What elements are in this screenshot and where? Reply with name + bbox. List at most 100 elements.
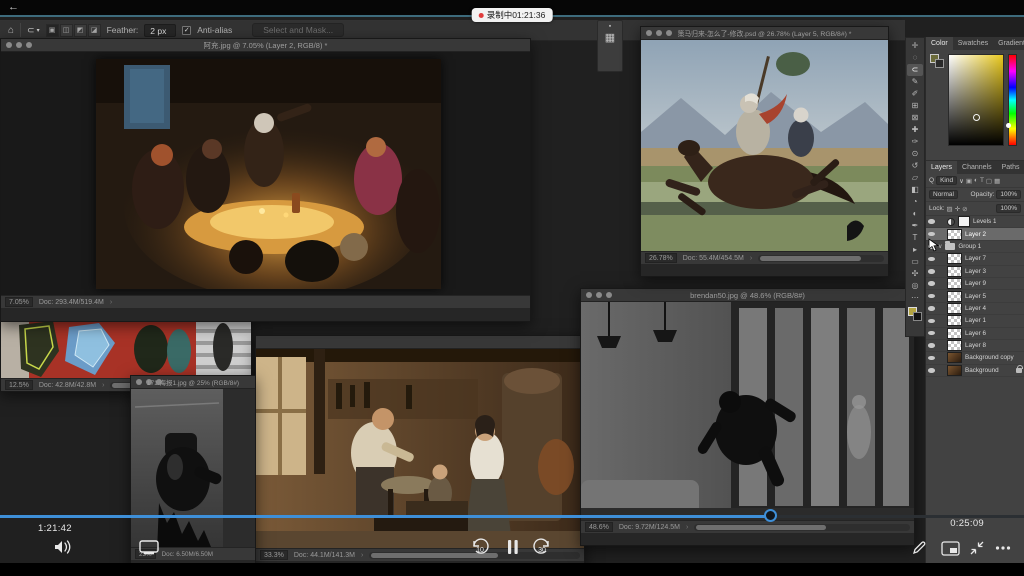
type-tool[interactable]: T: [907, 232, 923, 244]
layer-thumbnail[interactable]: [947, 352, 962, 363]
lock-all-icon[interactable]: ⊘: [962, 205, 967, 213]
visibility-eye-icon[interactable]: [928, 269, 935, 274]
seek-bar[interactable]: [0, 515, 1024, 518]
move-tool[interactable]: ✛: [907, 40, 923, 52]
tab-paths[interactable]: Paths: [997, 161, 1024, 174]
crop-tool[interactable]: ⊞: [907, 100, 923, 112]
scrollbar[interactable]: [694, 524, 910, 531]
clone-stamp-tool[interactable]: ⊙: [907, 148, 923, 160]
collapsed-grid-icon[interactable]: ▦: [605, 34, 615, 42]
zoom-level[interactable]: 26.78%: [645, 253, 677, 263]
layer-thumbnail[interactable]: [947, 315, 962, 326]
collapsed-panel-dock[interactable]: ▪ ▦: [597, 20, 623, 72]
home-icon[interactable]: ⌂: [8, 25, 14, 36]
filter-adjustment-icon[interactable]: ◐: [974, 177, 978, 184]
color-panel-swatches[interactable]: [930, 54, 944, 68]
intersect-selection-button[interactable]: ◪: [88, 24, 101, 37]
window-controls[interactable]: [136, 379, 162, 385]
window-controls[interactable]: [646, 30, 672, 36]
document-window-bw-sketch[interactable]: brendan50.jpg @ 48.6% (RGB/8#): [580, 288, 915, 546]
visibility-eye-icon[interactable]: [928, 343, 935, 348]
layer-thumbnail[interactable]: [947, 303, 962, 314]
filter-pixel-icon[interactable]: ▣: [966, 177, 972, 185]
blend-mode-dropdown[interactable]: Normal: [929, 190, 958, 199]
layer-row[interactable]: Layer 6: [926, 328, 1024, 340]
rewind-10-button[interactable]: 10: [468, 536, 492, 558]
layer-thumbnail[interactable]: [947, 340, 962, 351]
pen-tool[interactable]: ✒: [907, 220, 923, 232]
layer-row[interactable]: Layer 5: [926, 290, 1024, 302]
document-window-horse[interactable]: 策马归来-怎么了-修改.psd @ 26.78% (Layer 5, RGB/8…: [640, 26, 889, 277]
saturation-brightness-field[interactable]: [948, 54, 1004, 146]
more-button[interactable]: [992, 538, 1014, 558]
zoom-level[interactable]: 48.6%: [585, 522, 613, 532]
status-arrow-icon[interactable]: ›: [361, 552, 363, 559]
new-selection-button[interactable]: ▣: [46, 24, 59, 37]
layer-thumbnail[interactable]: [947, 229, 962, 240]
document-window-tavern[interactable]: 阿充.jpg @ 7.05% (Layer 2, RGB/8) *: [0, 38, 531, 322]
feather-input[interactable]: 2 px: [144, 24, 176, 37]
layer-row-background[interactable]: Background: [926, 365, 1024, 377]
more-tools-icon[interactable]: ⋯: [907, 292, 923, 304]
layer-row[interactable]: Layer 9: [926, 278, 1024, 290]
layer-row[interactable]: Layer 4: [926, 303, 1024, 315]
tab-gradients[interactable]: Gradients: [993, 37, 1024, 50]
zoom-level[interactable]: 33.3%: [260, 550, 288, 560]
quick-selection-tool[interactable]: ✎: [907, 76, 923, 88]
color-swatches[interactable]: [908, 307, 922, 321]
layer-row-levels[interactable]: Levels 1: [926, 216, 1024, 228]
layer-row[interactable]: Layer 8: [926, 340, 1024, 352]
layer-row-group1[interactable]: ∨ Group 1: [926, 241, 1024, 253]
seek-handle[interactable]: [764, 509, 777, 522]
layer-thumbnail[interactable]: [947, 278, 962, 289]
layer-row[interactable]: Layer 1: [926, 315, 1024, 327]
dodge-tool[interactable]: ◐: [907, 208, 923, 220]
layer-row[interactable]: Layer 7: [926, 253, 1024, 265]
horse-titlebar[interactable]: 策马归来-怎么了-修改.psd @ 26.78% (Layer 5, RGB/8…: [641, 27, 888, 40]
eyedropper-tool[interactable]: ✐: [907, 88, 923, 100]
layer-thumbnail[interactable]: [947, 266, 962, 277]
status-arrow-icon[interactable]: ›: [750, 255, 752, 262]
lasso-tool[interactable]: ⊂: [907, 64, 923, 76]
layer-thumbnail[interactable]: [947, 291, 962, 302]
subtract-selection-button[interactable]: ◩: [74, 24, 87, 37]
status-arrow-icon[interactable]: ›: [102, 382, 104, 389]
filter-shape-icon[interactable]: ▢: [986, 177, 992, 185]
zoom-tool[interactable]: ◎: [907, 280, 923, 292]
window-controls[interactable]: [586, 292, 612, 298]
visibility-eye-icon[interactable]: [928, 257, 935, 262]
forward-30-button[interactable]: 30: [530, 536, 554, 558]
tab-layers[interactable]: Layers: [926, 161, 957, 174]
layer-row-background-copy[interactable]: Background copy: [926, 352, 1024, 364]
shrink-button[interactable]: [966, 538, 988, 558]
scrollbar[interactable]: [758, 255, 884, 262]
zoom-level[interactable]: 12.5%: [5, 380, 33, 390]
tab-channels[interactable]: Channels: [957, 161, 997, 174]
blacksmith-titlebar[interactable]: [256, 336, 584, 349]
anti-alias-checkbox[interactable]: ✓: [182, 26, 191, 35]
fill-value[interactable]: 100%: [996, 204, 1021, 213]
shape-tool[interactable]: ▭: [907, 256, 923, 268]
bw-titlebar[interactable]: brendan50.jpg @ 48.6% (RGB/8#): [581, 289, 914, 302]
layer-row[interactable]: Layer 3: [926, 266, 1024, 278]
pip-button[interactable]: [938, 538, 962, 558]
brush-tool[interactable]: ✑: [907, 136, 923, 148]
active-tool-chip[interactable]: ⊂▾: [27, 25, 40, 36]
layer-thumbnail[interactable]: [947, 365, 962, 376]
visibility-eye-icon[interactable]: [928, 219, 935, 224]
visibility-eye-icon[interactable]: [928, 232, 935, 237]
tavern-titlebar[interactable]: 阿充.jpg @ 7.05% (Layer 2, RGB/8) *: [1, 39, 530, 52]
back-icon[interactable]: ←: [8, 1, 19, 14]
filter-kind-dropdown[interactable]: Kind: [936, 176, 957, 185]
filter-smartobject-icon[interactable]: ▦: [994, 177, 1000, 185]
window-controls[interactable]: [6, 42, 32, 48]
visibility-eye-icon[interactable]: [928, 294, 935, 299]
visibility-eye-icon[interactable]: [928, 306, 935, 311]
hue-slider[interactable]: [1008, 54, 1017, 146]
visibility-eye-icon[interactable]: [928, 356, 935, 361]
history-brush-tool[interactable]: ↺: [907, 160, 923, 172]
annotate-button[interactable]: [908, 538, 930, 558]
filter-type-icon[interactable]: T: [980, 177, 984, 184]
marquee-tool[interactable]: ◌: [907, 52, 923, 64]
hand-tool[interactable]: ✣: [907, 268, 923, 280]
